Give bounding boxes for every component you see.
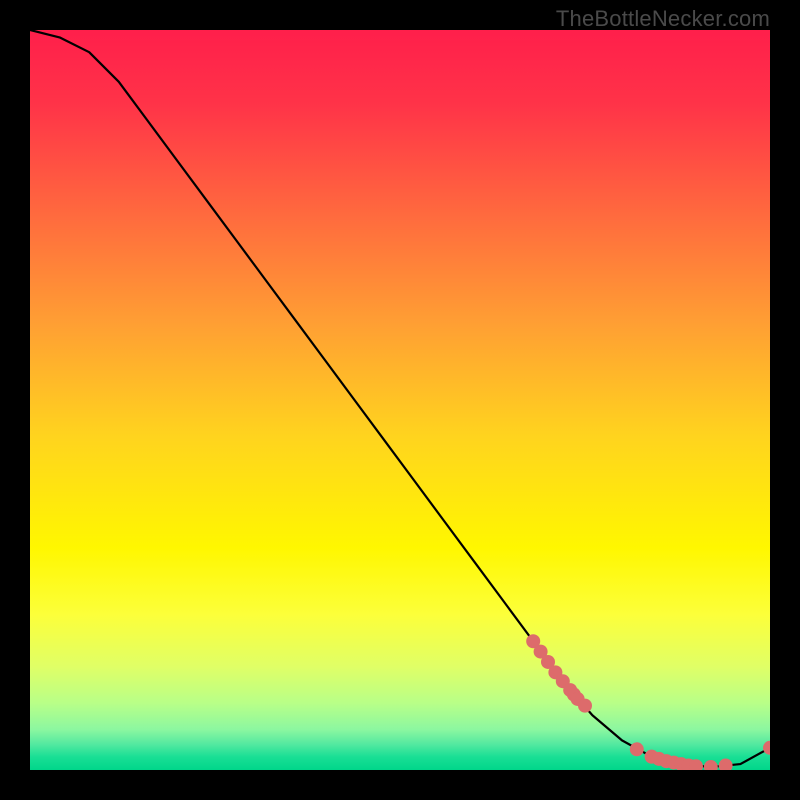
attribution-text: TheBottleNecker.com	[556, 6, 770, 32]
chart-stage: TheBottleNecker.com	[0, 0, 800, 800]
bottleneck-curve	[30, 30, 770, 767]
chart-area	[30, 30, 770, 770]
highlight-dot	[578, 699, 592, 713]
chart-curve-layer	[30, 30, 770, 770]
highlight-dot	[630, 742, 644, 756]
highlight-dots	[526, 634, 770, 770]
highlight-dot	[719, 759, 733, 770]
highlight-dot	[763, 741, 770, 755]
highlight-dot	[704, 760, 718, 770]
